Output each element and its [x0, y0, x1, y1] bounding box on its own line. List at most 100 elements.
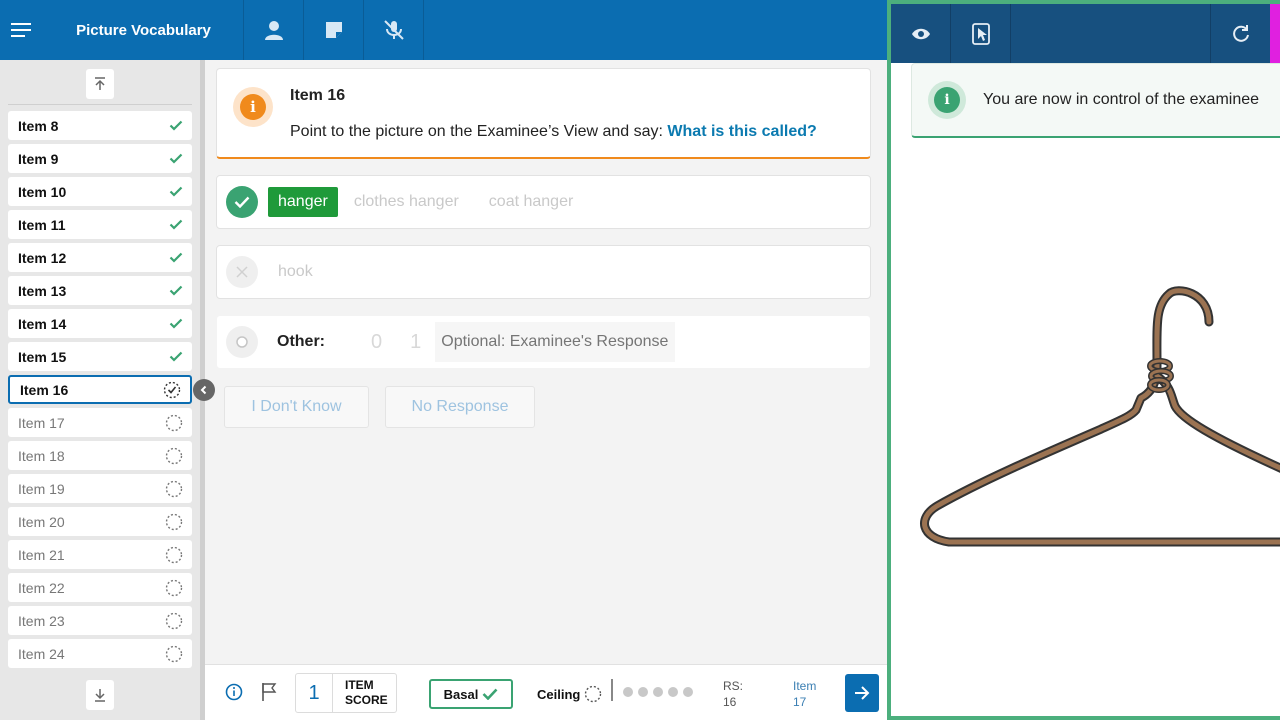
person-icon	[264, 21, 283, 40]
basal-status: Basal	[429, 679, 513, 709]
checkmark-icon	[169, 285, 183, 296]
next-button[interactable]	[845, 674, 879, 712]
pending-icon	[585, 685, 602, 703]
correct-check-button[interactable]	[226, 186, 258, 218]
sidebar-item-label: Item 15	[18, 348, 67, 365]
correct-response-row: hanger clothes hanger coat hanger	[216, 175, 871, 229]
sidebar-item[interactable]: Item 13	[8, 276, 192, 305]
sidebar-item[interactable]: Item 20	[8, 507, 192, 536]
sidebar-item[interactable]: Item 9	[8, 144, 192, 173]
response-chip[interactable]: clothes hanger	[354, 193, 459, 211]
checkmark-icon	[169, 219, 183, 230]
question-text: What is this called?	[667, 123, 817, 140]
refresh-button[interactable]	[1210, 4, 1270, 63]
sidebar-item[interactable]: Item 8	[8, 111, 192, 140]
progress-dot	[653, 687, 663, 697]
sidebar-item[interactable]: Item 14	[8, 309, 192, 338]
dont-know-button[interactable]: I Don't Know	[224, 386, 369, 428]
sidebar-item-label: Item 10	[18, 183, 67, 200]
sidebar-item[interactable]: Item 11	[8, 210, 192, 239]
sidebar-item[interactable]: Item 15	[8, 342, 192, 371]
sidebar-item-label: Item 8	[18, 117, 59, 134]
sidebar-item-label: Item 20	[18, 513, 65, 530]
checkmark-icon	[169, 153, 183, 164]
sidebar-item[interactable]: Item 21	[8, 540, 192, 569]
info-icon: i	[928, 81, 966, 119]
checkmark-icon	[482, 688, 498, 700]
sidebar-item-label: Item 24	[18, 645, 65, 662]
item-score-label-line: SCORE	[345, 693, 388, 707]
raw-score-label: RS:	[723, 679, 744, 693]
eye-icon	[911, 28, 930, 39]
other-radio[interactable]	[226, 326, 258, 358]
examinee-info-button[interactable]	[244, 0, 304, 60]
no-response-button[interactable]: No Response	[385, 386, 535, 428]
sidebar-item-label: Item 13	[18, 282, 67, 299]
progress-dot	[683, 687, 693, 697]
progress-dot	[668, 687, 678, 697]
score-option-1[interactable]: 1	[410, 331, 421, 354]
sidebar-item-label: Item 21	[18, 546, 65, 563]
pending-icon	[165, 513, 183, 530]
sidebar-item-label: Item 12	[18, 249, 67, 266]
scroll-bottom-button[interactable]	[86, 680, 114, 710]
score-option-0[interactable]: 0	[371, 331, 382, 354]
response-chip-selected[interactable]: hanger	[268, 187, 338, 217]
sidebar-item[interactable]: Item 18	[8, 441, 192, 470]
arrow-to-top-icon	[95, 77, 105, 90]
sidebar-item[interactable]: Item 24	[8, 639, 192, 668]
ceiling-label: Ceiling	[537, 686, 581, 702]
arrow-to-bottom-icon	[95, 689, 105, 702]
collapse-sidebar-button[interactable]	[193, 379, 215, 401]
menu-button[interactable]	[0, 0, 44, 60]
sidebar-item-label: Item 19	[18, 480, 65, 497]
ceiling-status: Ceiling	[537, 685, 602, 703]
chevron-left-icon	[200, 385, 207, 395]
main-panel: i Item 16 Point to the picture on the Ex…	[205, 60, 887, 664]
control-device-button[interactable]	[951, 4, 1011, 63]
sidebar-item[interactable]: Item 19	[8, 474, 192, 503]
examinee-response-input[interactable]	[435, 322, 676, 362]
sidebar-item[interactable]: Item 10	[8, 177, 192, 206]
item-score-value: 1	[296, 674, 333, 712]
incorrect-x-button[interactable]	[226, 256, 258, 288]
notes-button[interactable]	[304, 0, 364, 60]
info-button[interactable]	[225, 683, 243, 706]
next-item-label: Item	[793, 679, 817, 693]
sidebar-item-label: Item 18	[18, 447, 65, 464]
sidebar-item-label: Item 16	[20, 381, 69, 398]
sidebar-item[interactable]: Item 23	[8, 606, 192, 635]
sidebar-item[interactable]: Item 16	[8, 375, 192, 404]
sidebar-item-label: Item 14	[18, 315, 67, 332]
bottom-bar: 1 ITEM SCORE Basal Ceiling RS: 16 Item 17	[205, 664, 887, 720]
sidebar-item-label: Item 22	[18, 579, 65, 596]
view-toggle-button[interactable]	[891, 4, 951, 63]
prompt-card: i Item 16 Point to the picture on the Ex…	[216, 68, 871, 159]
checkmark-icon	[169, 351, 183, 362]
sidebar-item[interactable]: Item 17	[8, 408, 192, 437]
checkmark-icon	[234, 196, 250, 208]
item-sidebar: Item 8 Item 9 Item 10 Item 11 Item 12 Item 13…	[0, 60, 200, 720]
instruction-text: Point to the picture on the Examinee’s V…	[290, 123, 817, 141]
flag-icon	[262, 683, 277, 701]
sidebar-item-label: Item 11	[18, 216, 66, 233]
pending-icon	[165, 447, 183, 464]
raw-score-value: 16	[723, 695, 737, 709]
incorrect-response-chip[interactable]: hook	[278, 263, 313, 281]
status-strip	[1270, 4, 1280, 63]
note-icon	[325, 22, 342, 38]
response-chip[interactable]: coat hanger	[489, 193, 574, 211]
close-icon	[236, 266, 248, 278]
checkmark-icon	[169, 120, 183, 131]
mic-off-button[interactable]	[364, 0, 424, 60]
mic-off-icon	[383, 20, 404, 40]
sidebar-item[interactable]: Item 12	[8, 243, 192, 272]
tablet-pointer-icon	[971, 22, 990, 45]
instruction-lead: Point to the picture on the Examinee’s V…	[290, 123, 668, 140]
sidebar-item[interactable]: Item 22	[8, 573, 192, 602]
scroll-top-button[interactable]	[86, 69, 114, 99]
radio-icon	[236, 336, 248, 348]
flag-button[interactable]	[261, 682, 277, 707]
top-bar: Picture Vocabulary	[0, 0, 887, 60]
examinee-view-panel: i You are now in control of the examinee	[887, 0, 1280, 720]
